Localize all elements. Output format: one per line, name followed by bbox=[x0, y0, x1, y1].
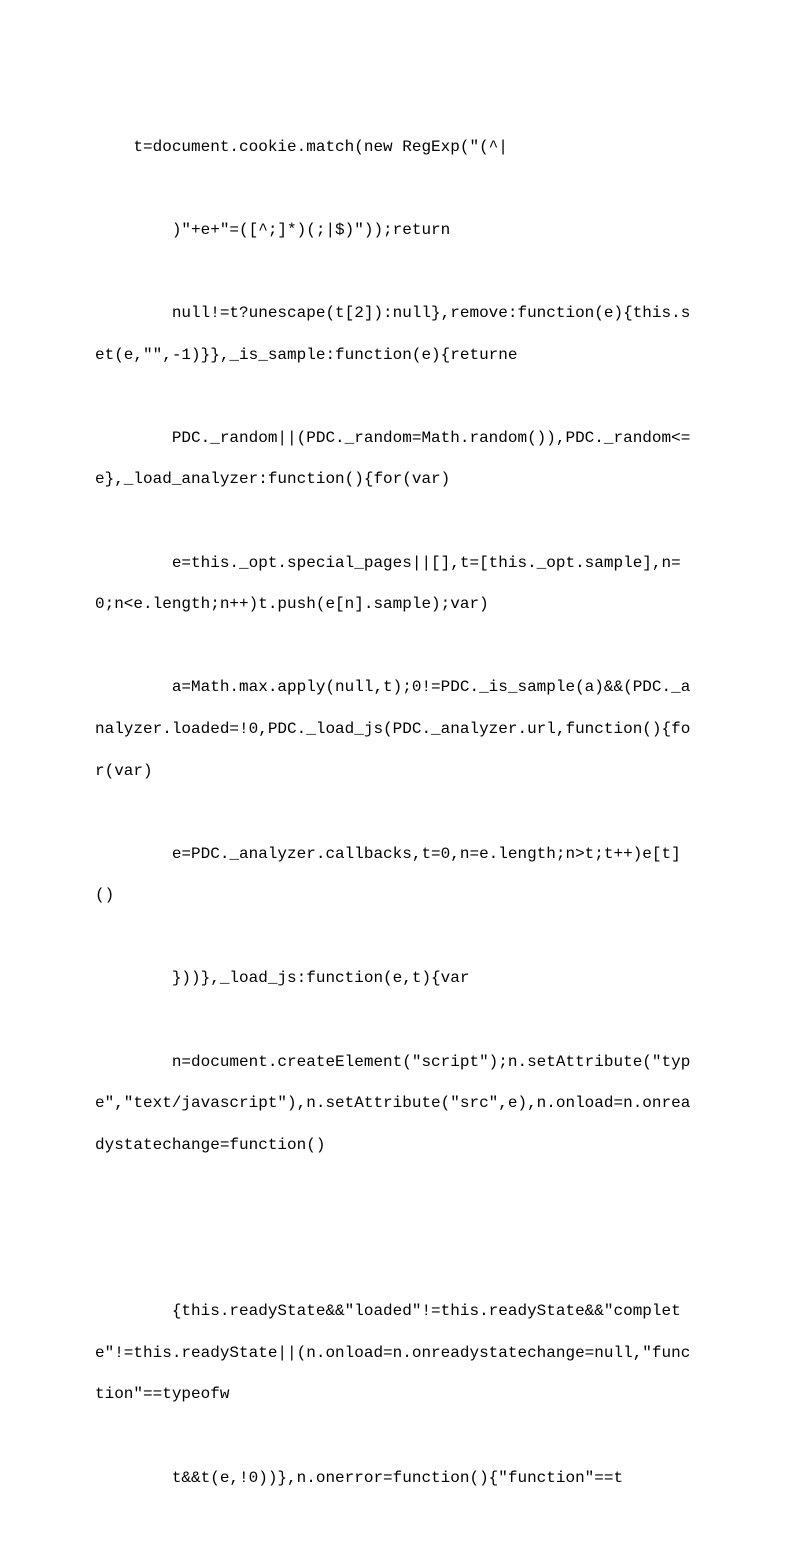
document-page: t=document.cookie.match(new RegExp("(^| … bbox=[0, 0, 794, 1123]
code-line: t=document.cookie.match(new RegExp("(^| bbox=[133, 138, 507, 156]
code-line: n=document.createElement("script");n.set… bbox=[95, 1053, 690, 1154]
code-line: }))},_load_js:function(e,t){var bbox=[133, 969, 469, 987]
code-block: t=document.cookie.match(new RegExp("(^| … bbox=[95, 85, 699, 1541]
code-line: e=this._opt.special_pages||[],t=[this._o… bbox=[95, 554, 681, 614]
code-line: a=Math.max.apply(null,t);0!=PDC._is_samp… bbox=[95, 678, 690, 779]
code-line: e=PDC._analyzer.callbacks,t=0,n=e.length… bbox=[95, 845, 681, 905]
code-line: {this.readyState&&"loaded"!=this.readySt… bbox=[95, 1302, 690, 1403]
code-line: PDC._random||(PDC._random=Math.random())… bbox=[95, 429, 690, 489]
code-line: null!=t?unescape(t[2]):null},remove:func… bbox=[95, 304, 690, 364]
code-line: t&&t(e,!0))},n.onerror=function(){"funct… bbox=[133, 1469, 623, 1487]
code-line: )"+e+"=([^;]*)(;|$)"));return bbox=[133, 221, 450, 239]
